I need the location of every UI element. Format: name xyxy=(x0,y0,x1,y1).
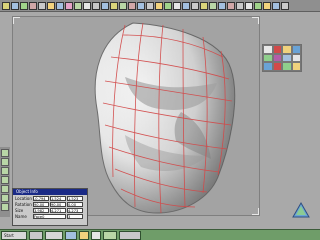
toolbar-button[interactable] xyxy=(173,1,181,10)
toolbar-button[interactable] xyxy=(47,1,55,10)
toolbar-button[interactable] xyxy=(182,1,190,10)
app-logo-icon xyxy=(292,202,310,218)
toolbar-button[interactable] xyxy=(20,1,28,10)
taskbar-button[interactable] xyxy=(119,230,141,240)
toolbar-button[interactable] xyxy=(236,1,244,10)
left-tool-button[interactable] xyxy=(1,194,9,202)
taskbar-button[interactable] xyxy=(79,230,89,240)
3d-viewport[interactable] xyxy=(12,16,260,216)
name-label: Name xyxy=(15,213,27,219)
palette-swatch[interactable] xyxy=(263,53,273,63)
size-label: Size xyxy=(15,207,24,213)
object-info-row-location: Location -0.794 1.524 1.523 xyxy=(13,195,87,201)
toolbar-button[interactable] xyxy=(200,1,208,10)
toolbar-button[interactable] xyxy=(128,1,136,10)
toolbar-button[interactable] xyxy=(209,1,217,10)
palette-swatch[interactable] xyxy=(291,45,301,54)
toolbar-button[interactable] xyxy=(11,1,19,10)
location-x-field[interactable]: -0.794 xyxy=(33,195,49,201)
toolbar-button[interactable] xyxy=(101,1,109,10)
left-tool-button[interactable] xyxy=(1,176,9,184)
toolbar-button[interactable] xyxy=(29,1,37,10)
object-info-row-rotation: Rotation 90.00 90.00 0.00 xyxy=(13,201,87,207)
toolbar-button[interactable] xyxy=(272,1,280,10)
toolbar-button[interactable] xyxy=(245,1,253,10)
toolbar-button[interactable] xyxy=(56,1,64,10)
taskbar-button[interactable] xyxy=(91,230,101,240)
palette-swatch[interactable] xyxy=(291,53,301,63)
toolbar-button[interactable] xyxy=(137,1,145,10)
size-z-field[interactable]: 4.273 xyxy=(67,207,83,213)
toolbar-button[interactable] xyxy=(110,1,118,10)
rotation-label: Rotation xyxy=(15,201,32,207)
rotation-x-field[interactable]: 90.00 xyxy=(33,201,49,207)
top-toolbar xyxy=(0,0,320,12)
3d-mask-model[interactable] xyxy=(13,17,261,217)
location-label: Location xyxy=(15,195,32,201)
object-info-panel: Object Info Location -0.794 1.524 1.523 … xyxy=(12,188,88,226)
taskbar-button[interactable] xyxy=(45,230,63,240)
palette-swatch[interactable] xyxy=(282,53,292,63)
toolbar-button[interactable] xyxy=(218,1,226,10)
rotation-y-field[interactable]: 90.00 xyxy=(50,201,66,207)
extra-field[interactable]: 3 xyxy=(67,213,83,219)
size-y-field[interactable]: 4.271 xyxy=(50,207,66,213)
left-tool-button[interactable] xyxy=(1,167,9,175)
palette-swatch[interactable] xyxy=(291,62,301,71)
palette-swatch[interactable] xyxy=(282,45,292,54)
toolbar-button[interactable] xyxy=(38,1,46,10)
name-field[interactable]: Face0 xyxy=(33,213,66,219)
left-toolbar xyxy=(0,147,10,217)
location-y-field[interactable]: 1.524 xyxy=(50,195,66,201)
location-z-field[interactable]: 1.523 xyxy=(67,195,83,201)
taskbar-button[interactable] xyxy=(103,230,117,240)
palette-swatch[interactable] xyxy=(272,53,282,63)
toolbar-button[interactable] xyxy=(263,1,271,10)
palette-swatch[interactable] xyxy=(282,62,292,71)
toolbar-button[interactable] xyxy=(164,1,172,10)
start-button[interactable]: Start xyxy=(1,230,27,240)
left-tool-button[interactable] xyxy=(1,185,9,193)
left-tool-button[interactable] xyxy=(1,149,9,157)
object-info-row-size: Size 3.982 4.271 4.273 xyxy=(13,207,87,213)
toolbar-button[interactable] xyxy=(2,1,10,10)
left-tool-button[interactable] xyxy=(1,158,9,166)
toolbar-button[interactable] xyxy=(119,1,127,10)
taskbar-button[interactable] xyxy=(65,230,77,240)
toolbar-button[interactable] xyxy=(74,1,82,10)
tool-palette xyxy=(262,44,302,72)
palette-swatch[interactable] xyxy=(272,45,282,54)
toolbar-button[interactable] xyxy=(92,1,100,10)
toolbar-button[interactable] xyxy=(254,1,262,10)
left-tool-button[interactable] xyxy=(1,203,9,211)
palette-swatch[interactable] xyxy=(263,45,273,54)
taskbar: Start xyxy=(0,229,320,240)
rotation-z-field[interactable]: 0.00 xyxy=(67,201,83,207)
object-info-row-name: Name Face0 3 xyxy=(13,213,87,219)
toolbar-button[interactable] xyxy=(155,1,163,10)
toolbar-button[interactable] xyxy=(83,1,91,10)
toolbar-button[interactable] xyxy=(227,1,235,10)
palette-swatch[interactable] xyxy=(272,62,282,71)
toolbar-button[interactable] xyxy=(191,1,199,10)
toolbar-button[interactable] xyxy=(146,1,154,10)
toolbar-button[interactable] xyxy=(281,1,289,10)
toolbar-button[interactable] xyxy=(65,1,73,10)
palette-swatch[interactable] xyxy=(263,62,273,71)
size-x-field[interactable]: 3.982 xyxy=(33,207,49,213)
taskbar-button[interactable] xyxy=(29,230,43,240)
